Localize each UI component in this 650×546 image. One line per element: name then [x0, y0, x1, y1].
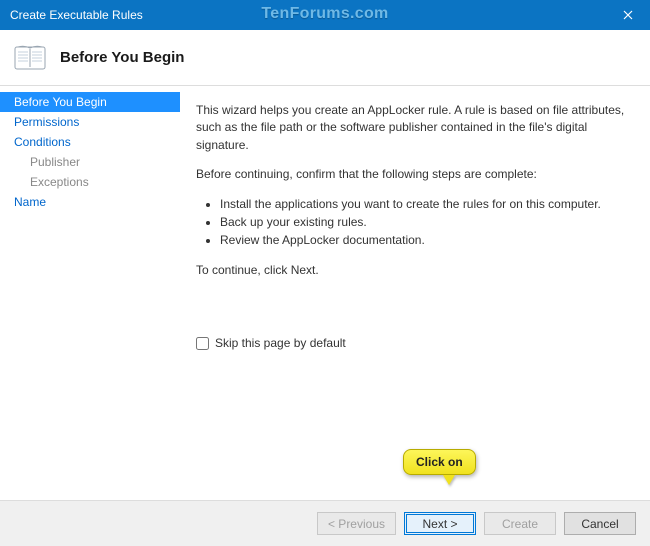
skip-page-row[interactable]: Skip this page by default [196, 335, 628, 352]
continue-text: To continue, click Next. [196, 262, 628, 279]
intro-text: This wizard helps you create an AppLocke… [196, 102, 628, 154]
step-item: Install the applications you want to cre… [220, 196, 628, 213]
title-bar: Create Executable Rules TenForums.com [0, 0, 650, 30]
step-item: Review the AppLocker documentation. [220, 232, 628, 249]
nav-before-you-begin[interactable]: Before You Begin [0, 92, 180, 112]
step-item: Back up your existing rules. [220, 214, 628, 231]
wizard-content: This wizard helps you create an AppLocke… [180, 86, 650, 500]
close-button[interactable] [605, 0, 650, 30]
page-title: Before You Begin [60, 49, 184, 66]
create-button: Create [484, 512, 556, 535]
nav-conditions[interactable]: Conditions [0, 132, 180, 152]
steps-list: Install the applications you want to cre… [196, 196, 628, 250]
book-icon [14, 42, 46, 74]
nav-permissions[interactable]: Permissions [0, 112, 180, 132]
nav-publisher[interactable]: Publisher [0, 152, 180, 172]
wizard-sidebar: Before You Begin Permissions Conditions … [0, 86, 180, 500]
next-button[interactable]: Next > [404, 512, 476, 535]
wizard-footer: < Previous Next > Create Cancel [0, 500, 650, 546]
previous-button: < Previous [317, 512, 396, 535]
nav-exceptions[interactable]: Exceptions [0, 172, 180, 192]
skip-page-label: Skip this page by default [215, 335, 346, 352]
wizard-body: Before You Begin Permissions Conditions … [0, 86, 650, 500]
confirm-text: Before continuing, confirm that the foll… [196, 166, 628, 183]
skip-page-checkbox[interactable] [196, 337, 209, 350]
nav-name[interactable]: Name [0, 192, 180, 212]
cancel-button[interactable]: Cancel [564, 512, 636, 535]
window-title: Create Executable Rules [10, 8, 143, 22]
wizard-header: Before You Begin [0, 30, 650, 86]
